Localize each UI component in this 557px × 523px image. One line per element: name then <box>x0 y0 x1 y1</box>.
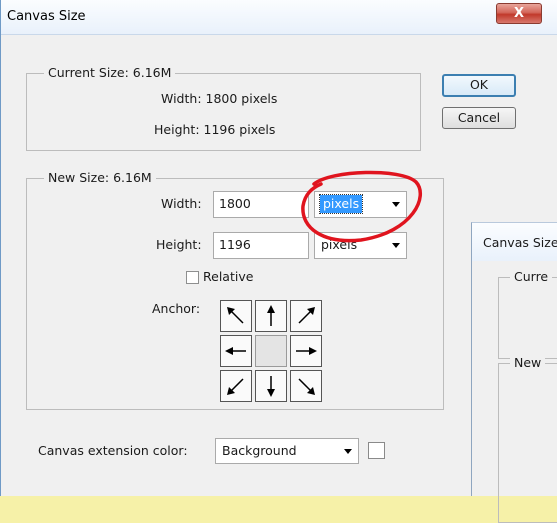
arrow-right-icon <box>296 347 317 355</box>
width-unit-value: pixels <box>318 194 364 214</box>
width-label: Width: <box>161 196 202 211</box>
new-size-legend: New Size: 6.16M <box>44 170 156 185</box>
second-title-bar: Canvas Size <box>472 223 557 261</box>
arrow-up-right-icon <box>298 307 315 324</box>
width-input[interactable]: 1800 <box>213 191 309 218</box>
anchor-bottom-right[interactable] <box>290 370 322 402</box>
anchor-label: Anchor: <box>152 301 201 316</box>
width-unit-select[interactable]: pixels <box>314 191 407 218</box>
arrow-left-icon <box>225 347 246 355</box>
height-input[interactable]: 1196 <box>213 232 309 259</box>
anchor-bottom-left[interactable] <box>220 370 252 402</box>
chevron-down-icon <box>344 449 352 454</box>
arrow-down-left-icon <box>227 378 244 395</box>
height-label: Height: <box>156 237 202 252</box>
relative-label: Relative <box>203 269 254 284</box>
current-size-group <box>26 73 421 151</box>
anchor-left[interactable] <box>220 335 252 367</box>
second-current-legend: Curre <box>510 269 553 284</box>
title-bar: Canvas Size X <box>1 0 557 35</box>
extension-color-swatch[interactable] <box>368 442 385 459</box>
anchor-right[interactable] <box>290 335 322 367</box>
arrow-up-left-icon <box>227 307 244 324</box>
current-width-text: Width: 1800 pixels <box>161 91 278 106</box>
second-current-size-group <box>498 277 557 359</box>
second-new-size-group <box>498 363 557 523</box>
close-button[interactable]: X <box>496 3 542 24</box>
ok-button[interactable]: OK <box>442 74 516 97</box>
anchor-bottom[interactable] <box>255 370 287 402</box>
second-new-legend: New <box>510 355 546 370</box>
cancel-button[interactable]: Cancel <box>442 107 516 129</box>
dialog-title: Canvas Size <box>7 9 86 24</box>
extension-color-select[interactable]: Background <box>215 438 359 464</box>
chevron-down-icon <box>392 202 400 207</box>
anchor-top-right[interactable] <box>290 300 322 332</box>
anchor-top-left[interactable] <box>220 300 252 332</box>
anchor-top[interactable] <box>255 300 287 332</box>
current-size-legend: Current Size: 6.16M <box>44 65 176 80</box>
extension-color-label: Canvas extension color: <box>38 443 188 458</box>
current-height-text: Height: 1196 pixels <box>154 122 276 137</box>
chevron-down-icon <box>392 243 400 248</box>
arrow-up-icon <box>267 305 275 326</box>
second-dialog-title: Canvas Size <box>483 235 557 250</box>
canvas-size-dialog: Canvas Size X Current Size: 6.16M Width:… <box>0 0 557 523</box>
arrow-down-right-icon <box>298 378 315 395</box>
height-unit-value: pixels <box>321 237 358 252</box>
anchor-center[interactable] <box>255 335 287 367</box>
arrow-down-icon <box>267 376 275 397</box>
height-unit-select[interactable]: pixels <box>314 232 407 259</box>
second-canvas-size-dialog: Canvas Size Curre New <box>471 222 557 523</box>
extension-color-value: Background <box>222 443 297 458</box>
anchor-grid <box>220 300 322 402</box>
relative-checkbox[interactable] <box>186 271 199 284</box>
